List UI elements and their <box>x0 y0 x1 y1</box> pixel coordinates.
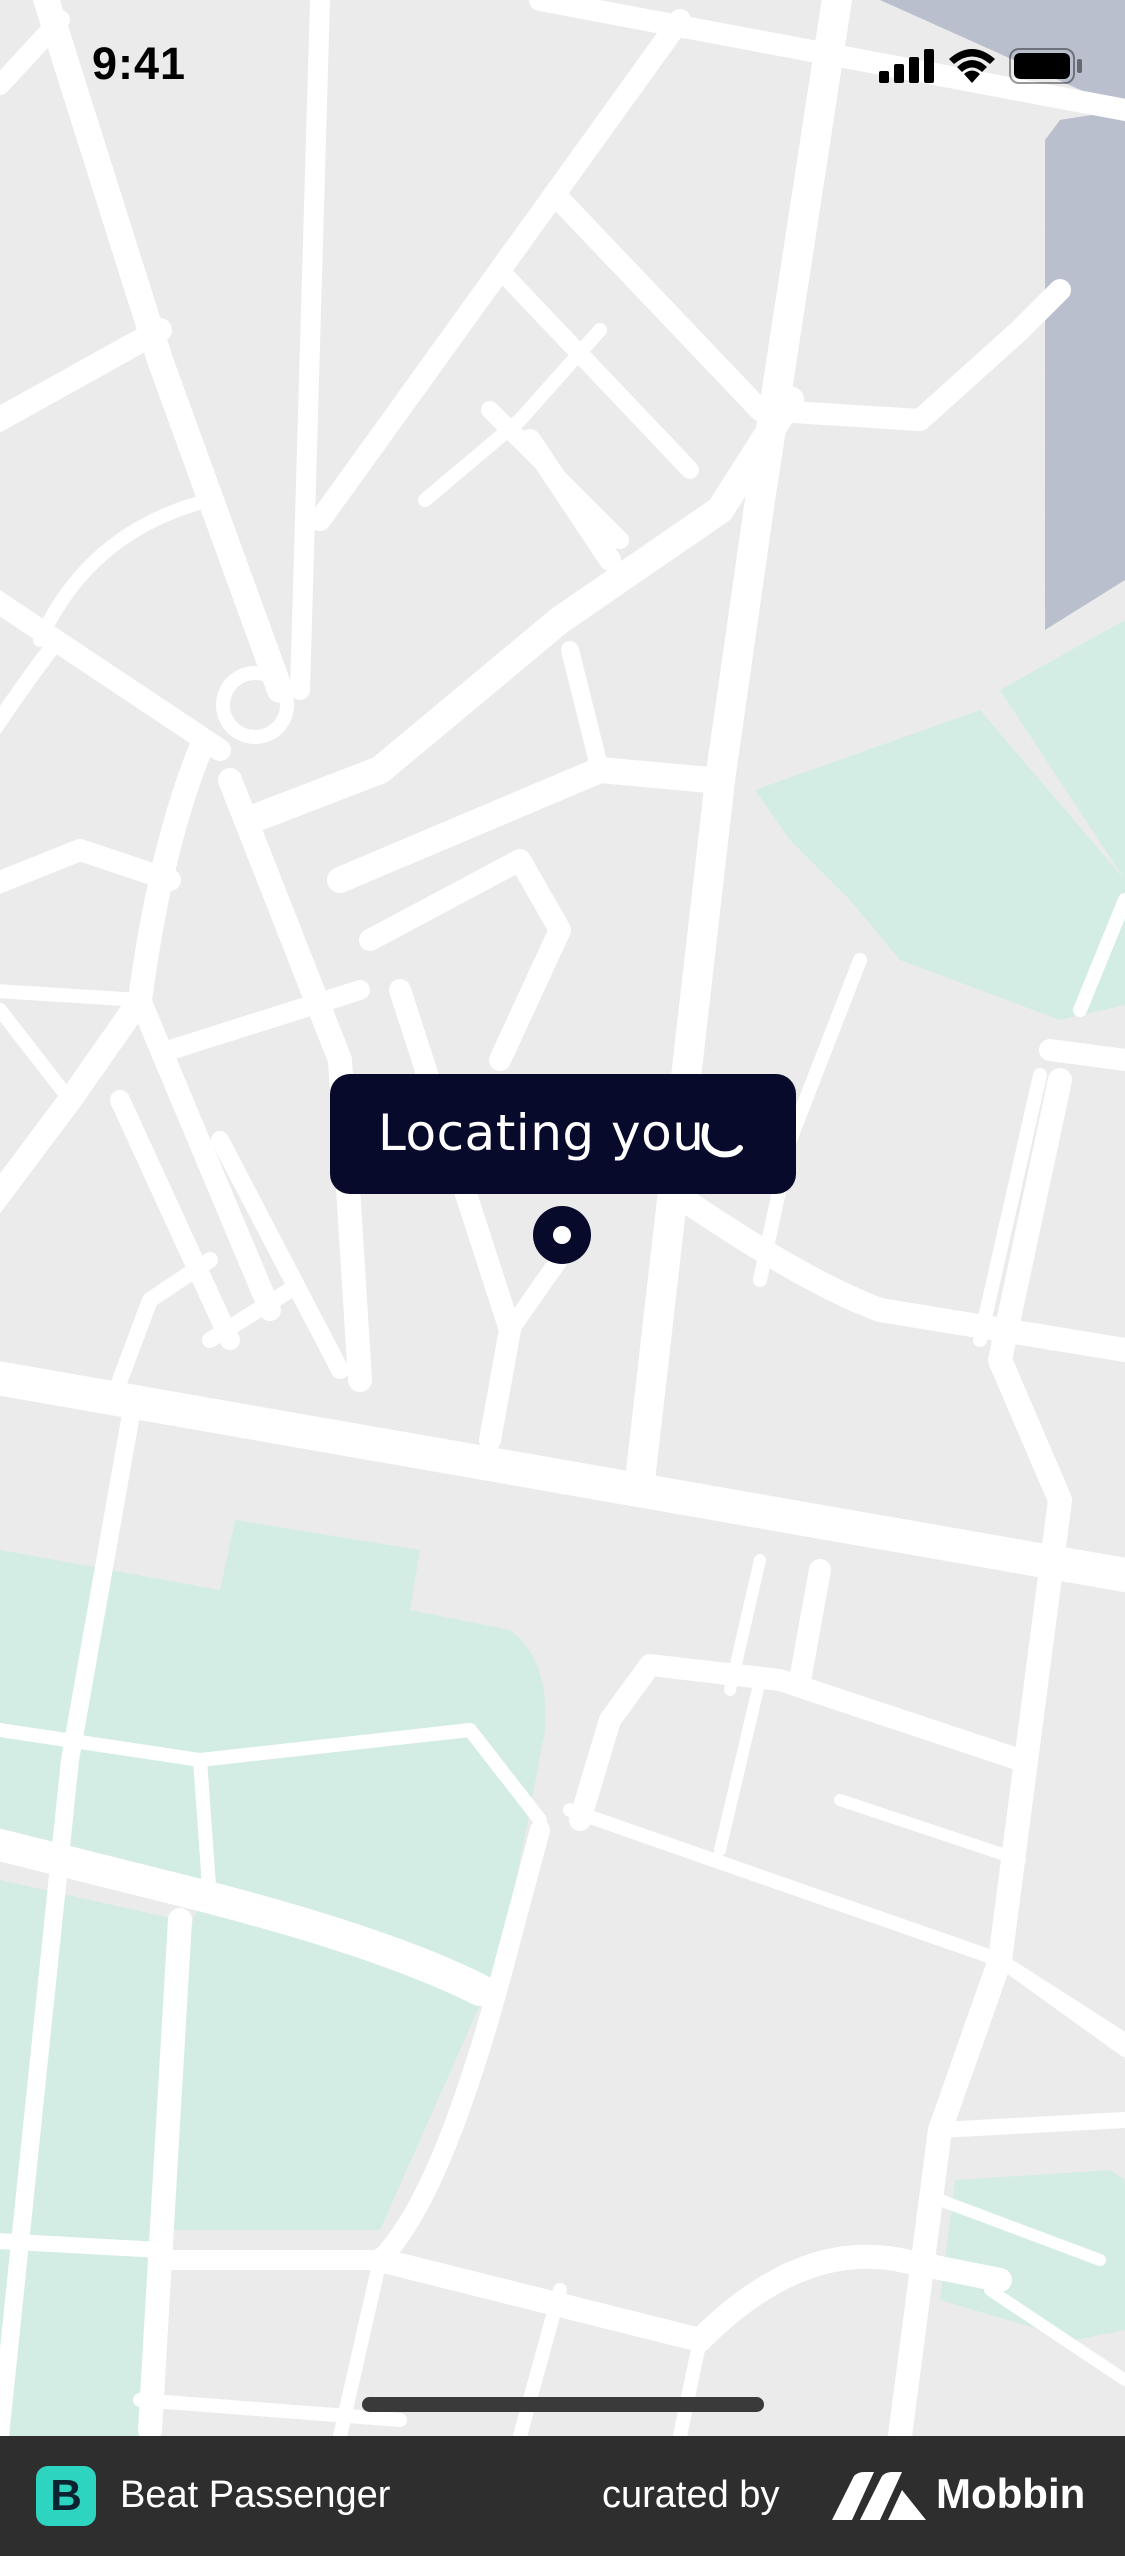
current-location-icon <box>533 1206 591 1264</box>
app-name: Beat Passenger <box>120 2474 391 2516</box>
attribution-footer: B Beat Passenger curated by Mobbin <box>0 2436 1125 2556</box>
map-water-area <box>1045 110 1125 630</box>
battery-icon <box>1009 48 1082 84</box>
home-indicator[interactable] <box>362 2397 764 2412</box>
locating-label: Locating you <box>378 1104 705 1162</box>
app-logo: B <box>36 2466 96 2526</box>
app-logo-letter: B <box>50 2471 82 2520</box>
mobbin-brand-name: Mobbin <box>936 2470 1086 2517</box>
cellular-signal-icon <box>879 49 934 83</box>
status-bar: 9:41 <box>0 0 1125 140</box>
loading-spinner-icon <box>701 1123 743 1158</box>
curated-by-label: curated by <box>602 2474 780 2516</box>
mobbin-logo-icon <box>832 2472 926 2520</box>
locating-indicator: Locating you <box>330 1074 796 1194</box>
status-time: 9:41 <box>92 38 187 89</box>
wifi-icon <box>949 49 995 83</box>
app-screen: 9:41 Locating you B Beat Passenger curat… <box>0 0 1125 2556</box>
status-icons <box>879 48 1083 84</box>
